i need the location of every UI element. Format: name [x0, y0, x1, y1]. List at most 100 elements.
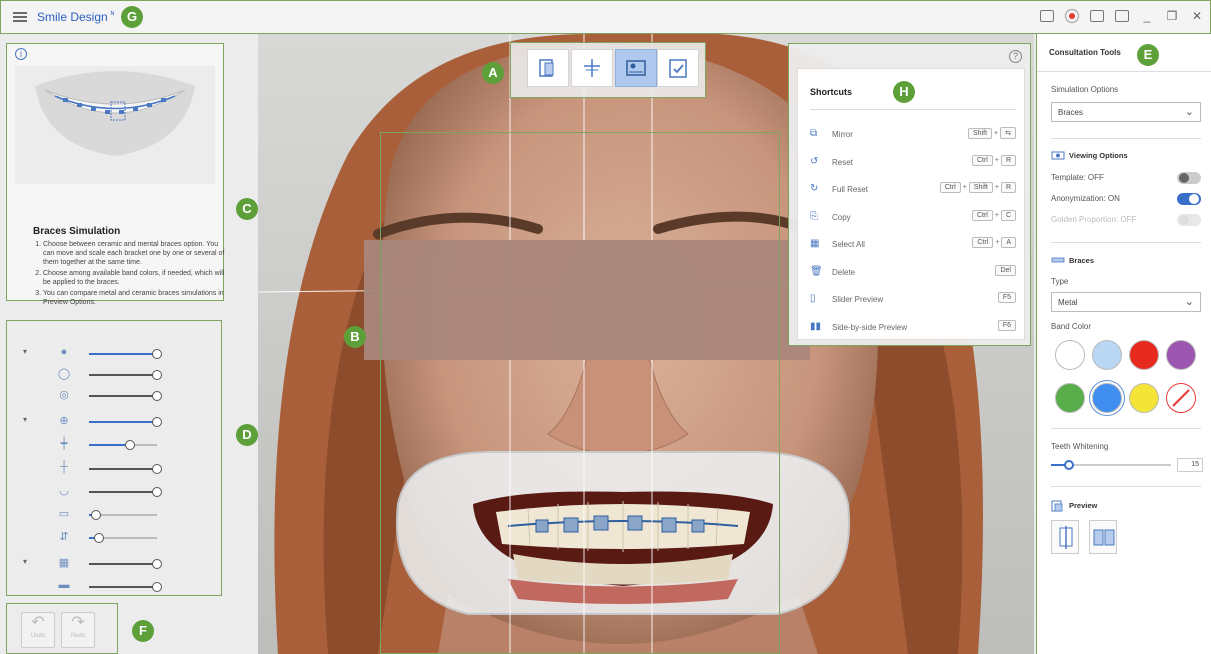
whitening-slider-handle[interactable] — [1064, 460, 1074, 470]
close-icon[interactable]: ✕ — [1190, 9, 1204, 23]
slider-track[interactable] — [89, 487, 162, 497]
braces-type-select[interactable]: Metal ⌄ — [1051, 292, 1201, 312]
consultation-header: Consultation Tools — [1037, 34, 1211, 72]
redo-label: Redo — [70, 633, 86, 639]
slider-handle[interactable] — [124, 440, 135, 450]
whitening-value[interactable]: 15 — [1177, 458, 1203, 472]
side-by-side-preview-button[interactable] — [1089, 520, 1117, 554]
adjustment-slider-row: ▾ ⊕ — [7, 411, 221, 433]
anonymization-toggle[interactable] — [1177, 193, 1201, 205]
slider-handle[interactable] — [90, 510, 101, 520]
slider-handle[interactable] — [152, 349, 162, 359]
no-color-swatch[interactable] — [1166, 383, 1196, 413]
guide-step: Choose among available band colors, if n… — [43, 269, 225, 287]
callout-badge-c: C — [236, 198, 258, 220]
simulation-value: Braces — [1058, 108, 1083, 117]
help-icon[interactable]: ? — [1009, 50, 1022, 63]
capture-icon[interactable] — [1090, 10, 1104, 22]
undo-icon: ↶ — [31, 614, 45, 631]
collapse-caret-icon[interactable]: ▾ — [23, 347, 27, 356]
adjustment-slider-row: ▾ ▦ — [7, 553, 221, 575]
tool-braces-button[interactable] — [615, 49, 657, 87]
key-plus: + — [994, 129, 999, 137]
slider-track[interactable] — [89, 417, 162, 427]
slider-track[interactable] — [89, 349, 162, 359]
record-icon[interactable] — [1065, 9, 1079, 23]
adjustment-slider-row: ⇵ — [7, 527, 221, 549]
slider-handle[interactable] — [152, 559, 162, 569]
gallery-icon[interactable] — [1115, 10, 1129, 22]
guide-step: You can compare metal and ceramic braces… — [43, 289, 225, 307]
slider-handle[interactable] — [94, 533, 105, 543]
checklist-tool-icon — [669, 59, 687, 78]
golden-proportion-toggle[interactable] — [1177, 214, 1201, 226]
side-by-side-preview-icon — [1093, 529, 1115, 546]
slider-track[interactable] — [89, 391, 162, 401]
title-bar: Smile Design ᴺ _ ❐ ✕ — [0, 0, 1211, 34]
slider-handle[interactable] — [152, 487, 162, 497]
curve-icon: ◡ — [59, 485, 69, 497]
slider-handle[interactable] — [152, 370, 162, 380]
slider-handle[interactable] — [152, 391, 162, 401]
slider-fill — [89, 491, 157, 493]
band-color-swatch[interactable] — [1129, 340, 1159, 370]
undo-button[interactable]: ↶ Undo — [21, 612, 55, 648]
slider-track[interactable] — [89, 582, 162, 592]
tool-mirror-button[interactable] — [527, 49, 569, 87]
slider-track[interactable] — [89, 559, 162, 569]
minimize-icon[interactable]: _ — [1140, 9, 1154, 23]
guide-steps: Choose between ceramic and mental braces… — [33, 240, 225, 309]
callout-badge-e: E — [1137, 44, 1159, 66]
callout-badge-b: B — [344, 326, 366, 348]
key-cap: Ctrl — [972, 237, 994, 248]
slider-track[interactable] — [89, 464, 162, 474]
adjustment-slider-row: ┿ — [7, 434, 221, 456]
divider — [1051, 428, 1201, 429]
band-color-swatch[interactable] — [1166, 340, 1196, 370]
smile-design-app: Smile Design ᴺ _ ❐ ✕ G i Braces Simulati… — [0, 0, 1211, 654]
window-controls: _ ❐ ✕ — [1040, 9, 1204, 23]
vertical-arrow-icon: ⇵ — [59, 531, 69, 543]
slider-fill — [89, 421, 157, 423]
band-color-swatch[interactable] — [1129, 383, 1159, 413]
band-color-swatch[interactable] — [1055, 383, 1085, 413]
shortcut-row: 🗑 Delete Del — [810, 263, 1016, 283]
midline-tool-icon — [584, 59, 600, 77]
info-icon[interactable]: i — [15, 48, 27, 60]
slider-handle[interactable] — [152, 464, 162, 474]
shortcut-keys: Ctrl + R — [971, 154, 1016, 166]
shortcut-keys: F5 — [997, 292, 1016, 303]
chevron-down-icon: ⌄ — [1184, 296, 1194, 308]
slider-preview-button[interactable] — [1051, 520, 1079, 554]
adjustment-slider-row: ◎ — [7, 385, 221, 407]
divider — [1051, 138, 1201, 139]
redo-button[interactable]: ↷ Redo — [61, 612, 95, 648]
collapse-caret-icon[interactable]: ▾ — [23, 557, 27, 566]
slider-track[interactable] — [89, 510, 157, 520]
collapse-caret-icon[interactable]: ▾ — [23, 415, 27, 424]
shortcut-row: ⎘ Copy Ctrl + C — [810, 208, 1016, 228]
band-color-swatch[interactable] — [1092, 340, 1122, 370]
shortcut-keys: Shift + ⇆ — [968, 127, 1016, 139]
teeth-whitening-slider[interactable] — [1051, 460, 1171, 470]
shortcut-label: Mirror — [832, 130, 853, 139]
slider-fill — [89, 563, 157, 565]
screenshot-icon[interactable] — [1040, 10, 1054, 22]
tool-checklist-button[interactable] — [657, 49, 699, 87]
slider-track[interactable] — [89, 370, 162, 380]
slider-track[interactable] — [89, 440, 157, 450]
tool-midline-button[interactable] — [571, 49, 613, 87]
slider-fill — [89, 374, 157, 376]
shortcuts-title: Shortcuts — [810, 87, 853, 97]
face-frame[interactable] — [380, 132, 780, 654]
shortcut-keys: Ctrl + A — [972, 237, 1016, 248]
hamburger-menu-icon[interactable] — [13, 12, 27, 22]
template-toggle[interactable] — [1177, 172, 1201, 184]
band-color-swatch[interactable] — [1055, 340, 1085, 370]
slider-handle[interactable] — [152, 417, 162, 427]
band-color-swatch[interactable] — [1092, 383, 1122, 413]
slider-track[interactable] — [89, 533, 157, 543]
simulation-select[interactable]: Braces ⌄ — [1051, 102, 1201, 122]
restore-icon[interactable]: ❐ — [1165, 9, 1179, 23]
slider-handle[interactable] — [152, 582, 162, 592]
